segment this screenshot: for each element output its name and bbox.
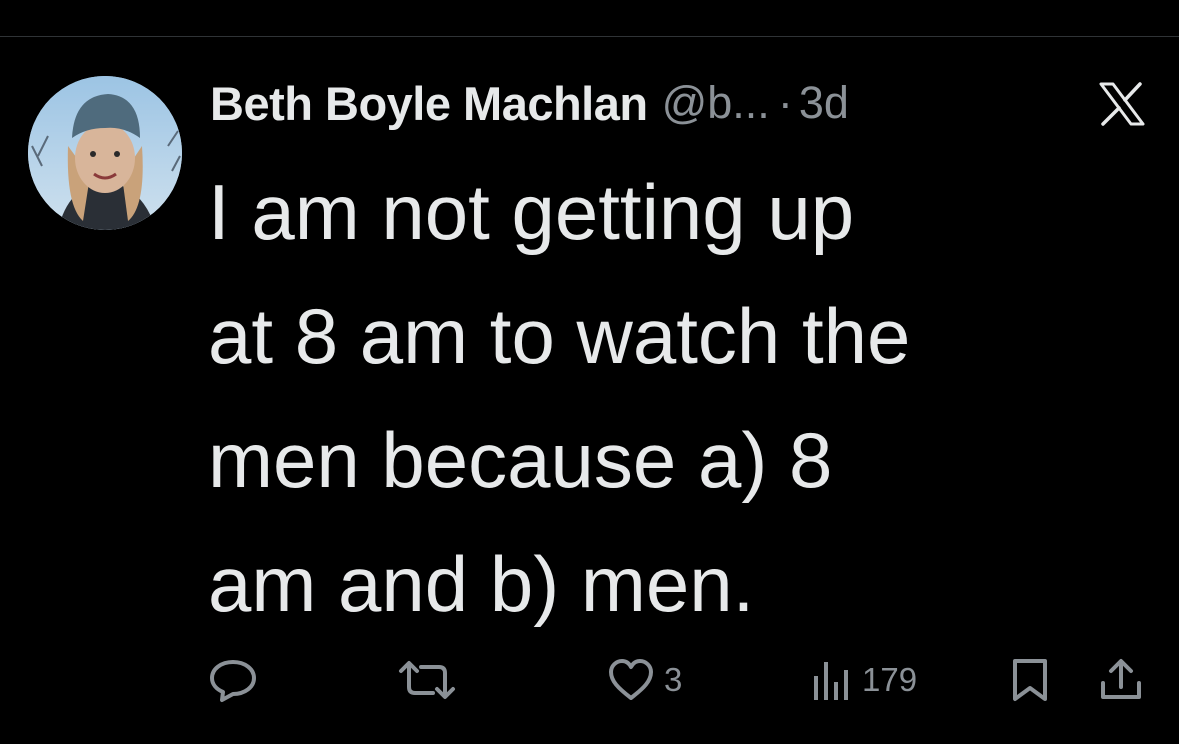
reply-button[interactable] — [208, 650, 258, 710]
share-icon — [1101, 659, 1141, 699]
tweet-header: Beth Boyle Machlan @b... · 3d — [210, 72, 1150, 134]
retweet-icon — [399, 661, 455, 699]
like-button[interactable]: 3 — [608, 650, 682, 710]
views-icon — [814, 662, 848, 700]
views-count: 179 — [862, 661, 918, 698]
top-divider — [0, 36, 1179, 37]
bookmark-button[interactable] — [1010, 650, 1050, 710]
bookmark-icon — [1013, 659, 1047, 701]
tweet-text: I am not getting up at 8 am to watch the… — [208, 168, 911, 628]
like-count: 3 — [664, 661, 683, 698]
timestamp[interactable]: 3d — [799, 77, 849, 129]
share-button[interactable] — [1098, 650, 1144, 710]
user-handle[interactable]: @b... — [662, 77, 770, 129]
heart-icon — [609, 659, 653, 700]
action-bar: 3 179 — [0, 650, 1179, 710]
avatar[interactable] — [28, 76, 182, 230]
views-button[interactable]: 179 — [812, 650, 917, 710]
separator-dot: · — [777, 77, 793, 128]
retweet-button[interactable] — [395, 650, 459, 710]
display-name[interactable]: Beth Boyle Machlan — [210, 76, 648, 131]
reply-icon — [210, 660, 256, 702]
x-logo-icon[interactable] — [1098, 82, 1146, 126]
